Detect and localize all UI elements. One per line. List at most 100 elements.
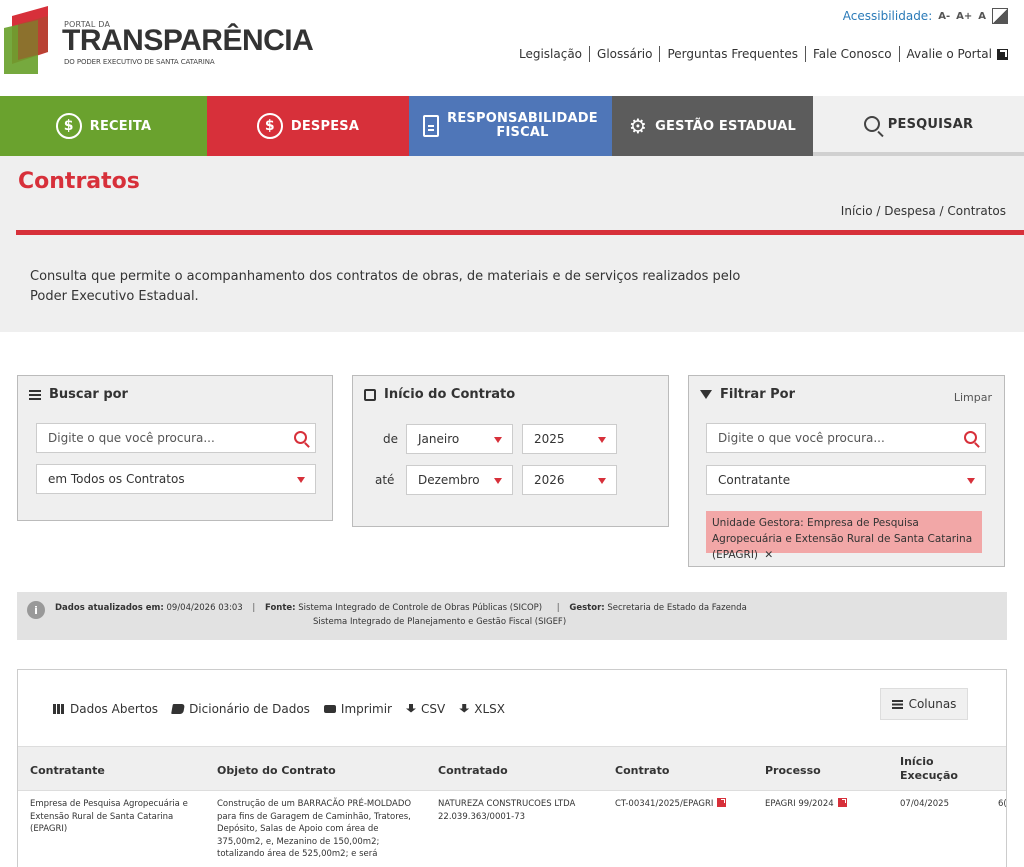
nav-despesa-label: DESPESA <box>290 118 360 134</box>
info-line-1: Dados atualizados em: 09/04/2026 03:03 |… <box>55 603 747 613</box>
nav-resp-line1: RESPONSABILIDADE <box>447 111 598 126</box>
buscar-search-input[interactable]: Digite o que você procura... <box>36 423 316 453</box>
ate-label: até <box>375 473 395 487</box>
active-filter-tag: Unidade Gestora: Empresa de Pesquisa Agr… <box>706 511 982 561</box>
link-legislacao[interactable]: Legislação <box>519 47 582 61</box>
search-icon[interactable] <box>294 431 307 444</box>
th-contratante[interactable]: Contratante <box>30 764 105 777</box>
th-processo[interactable]: Processo <box>765 764 821 777</box>
buscar-por-title: Buscar por <box>29 387 128 402</box>
logo-subtitle: DO PODER EXECUTIVO DE SANTA CATARINA <box>64 58 215 66</box>
from-year-value: 2025 <box>534 432 565 446</box>
filtrar-field-select[interactable]: Contratante <box>706 465 986 495</box>
breadcrumb[interactable]: Início / Despesa / Contratos <box>841 204 1006 218</box>
logo-mark-icon <box>4 6 48 74</box>
processo-link[interactable]: EPAGRI 99/2024 <box>765 799 834 809</box>
clear-filters-link[interactable]: Limpar <box>954 391 992 404</box>
nav-pesquisar[interactable]: PESQUISAR <box>813 96 1024 156</box>
divider <box>659 46 661 62</box>
th-objeto[interactable]: Objeto do Contrato <box>217 764 336 777</box>
filtrar-por-label: Filtrar Por <box>720 387 795 402</box>
buscar-scope-value: em Todos os Contratos <box>48 472 185 486</box>
chevron-down-icon <box>297 477 305 483</box>
font-decrease-button[interactable]: A- <box>938 11 950 22</box>
document-icon <box>423 115 440 137</box>
th-execucao-line: Execução <box>900 769 958 782</box>
chevron-down-icon <box>967 478 975 484</box>
inicio-contrato-label: Início do Contrato <box>384 387 516 402</box>
cell-inicio: 07/04/2025 <box>900 799 949 809</box>
columns-label: Colunas <box>908 697 957 711</box>
print-label: Imprimir <box>340 702 392 716</box>
divider <box>589 46 591 62</box>
buscar-scope-select[interactable]: em Todos os Contratos <box>36 464 316 494</box>
filtrar-placeholder: Digite o que você procura... <box>718 431 885 445</box>
filtrar-field-value: Contratante <box>718 473 791 487</box>
nav-receita-label: RECEITA <box>89 118 152 134</box>
page-description: Consulta que permite o acompanhamento do… <box>30 269 741 304</box>
link-avalie[interactable]: Avalie o Portal <box>907 47 992 61</box>
logo-title: TRANSPARÊNCIA <box>62 24 314 57</box>
gears-icon: ⚙ <box>628 114 648 138</box>
cell-objeto: Construção de um BARRACÃO PRÉ-MOLDADO pa… <box>217 799 412 859</box>
nav-responsabilidade-fiscal[interactable]: RESPONSABILIDADE FISCAL <box>409 96 612 156</box>
info-icon: i <box>27 601 45 619</box>
calendar-icon <box>364 388 376 401</box>
font-reset-button[interactable]: A <box>978 11 986 22</box>
updated-label: Dados atualizados em: <box>55 603 164 613</box>
search-icon[interactable] <box>964 431 977 444</box>
link-glossario[interactable]: Glossário <box>597 47 652 61</box>
contrast-toggle-icon[interactable] <box>992 8 1008 24</box>
cell-processo[interactable]: EPAGRI 99/2024 <box>765 798 847 811</box>
from-month-select[interactable]: Janeiro <box>406 424 513 454</box>
remove-filter-icon[interactable]: ✕ <box>764 549 773 561</box>
data-info-bar: i Dados atualizados em: 09/04/2026 03:03… <box>17 592 1007 640</box>
source-label: Fonte: <box>264 603 296 613</box>
dictionary-label: Dicionário de Dados <box>189 702 310 716</box>
to-month-value: Dezembro <box>418 473 480 487</box>
th-inicio-execucao[interactable]: Início Execução <box>900 755 958 783</box>
accessibility-label: Acessibilidade: <box>842 9 933 23</box>
table-header: Contratante Objeto do Contrato Contratad… <box>18 746 1006 791</box>
nav-resp-label: RESPONSABILIDADE FISCAL <box>447 112 598 140</box>
external-link-icon <box>997 48 1008 60</box>
csv-button[interactable]: CSV <box>406 702 445 716</box>
xlsx-label: XLSX <box>474 702 505 716</box>
nav-receita[interactable]: $ RECEITA <box>0 96 207 156</box>
nav-gestao-estadual[interactable]: ⚙ GESTÃO ESTADUAL <box>612 96 813 156</box>
portal-logo[interactable]: PORTAL DA TRANSPARÊNCIA DO PODER EXECUTI… <box>4 6 314 76</box>
link-perguntas[interactable]: Perguntas Frequentes <box>667 47 798 61</box>
cell-contrato[interactable]: CT-00341/2025/EPAGRI <box>615 798 727 811</box>
to-month-select[interactable]: Dezembro <box>406 465 513 495</box>
open-data-button[interactable]: Dados Abertos <box>53 702 158 716</box>
dictionary-button[interactable]: Dicionário de Dados <box>171 702 310 716</box>
link-fale-conosco[interactable]: Fale Conosco <box>813 47 892 61</box>
source-1: Sistema Integrado de Controle de Obras P… <box>298 603 543 613</box>
columns-button[interactable]: Colunas <box>880 688 968 720</box>
xlsx-button[interactable]: XLSX <box>459 702 505 716</box>
font-increase-button[interactable]: A+ <box>956 11 972 22</box>
th-contratado[interactable]: Contratado <box>438 764 508 777</box>
export-toolbar: Dados Abertos Dicionário de Dados Imprim… <box>53 702 505 716</box>
nav-despesa[interactable]: $ DESPESA <box>207 96 409 156</box>
chevron-down-icon <box>598 437 606 443</box>
to-year-select[interactable]: 2026 <box>522 465 617 495</box>
th-contrato[interactable]: Contrato <box>615 764 669 777</box>
filtrar-search-input[interactable]: Digite o que você procura... <box>706 423 986 453</box>
csv-label: CSV <box>421 702 446 716</box>
inicio-contrato-panel: Início do Contrato de Janeiro 2025 até D… <box>352 375 669 527</box>
from-year-select[interactable]: 2025 <box>522 424 617 454</box>
contrato-link[interactable]: CT-00341/2025/EPAGRI <box>615 799 713 809</box>
external-link-icon[interactable] <box>837 798 847 807</box>
print-button[interactable]: Imprimir <box>323 702 392 716</box>
filtrar-por-title: Filtrar Por <box>700 387 795 402</box>
manager-label: Gestor: <box>569 603 605 613</box>
source-2: Sistema Integrado de Planejamento e Gest… <box>313 617 567 627</box>
nav-resp-line2: FISCAL <box>496 125 549 140</box>
title-divider <box>16 230 1024 235</box>
external-link-icon[interactable] <box>717 798 727 807</box>
nav-gestao-label: GESTÃO ESTADUAL <box>655 118 796 134</box>
to-year-value: 2026 <box>534 473 565 487</box>
inicio-contrato-title: Início do Contrato <box>364 387 515 402</box>
divider <box>804 46 806 62</box>
